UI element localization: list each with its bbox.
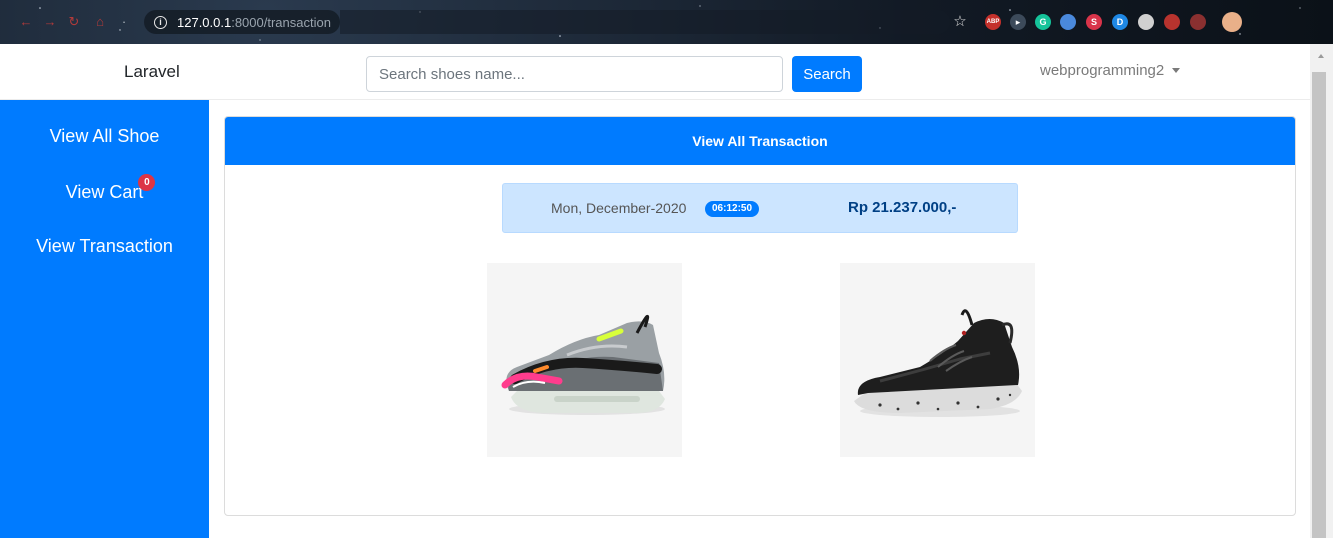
puzzle-icon[interactable]	[1164, 14, 1180, 30]
product-image-1[interactable]	[487, 263, 682, 457]
black-sneaker-icon	[840, 263, 1035, 457]
s-extension-icon[interactable]: S	[1086, 14, 1102, 30]
transaction-time-badge: 06:12:50	[705, 201, 760, 217]
separator-dot-icon: ·	[121, 14, 127, 29]
sidebar-item-view-transaction[interactable]: View Transaction	[0, 236, 209, 257]
sidebar-item-view-cart[interactable]: View Cart 0	[0, 174, 209, 203]
search-button[interactable]: Search	[792, 56, 862, 92]
sidebar-item-view-all-shoe[interactable]: View All Shoe	[0, 126, 209, 147]
profile-avatar-icon[interactable]	[1222, 12, 1242, 32]
grammarly-icon[interactable]: G	[1035, 14, 1051, 30]
scroll-thumb[interactable]	[1312, 72, 1326, 538]
card-header: View All Transaction	[225, 117, 1295, 165]
user-name: webprogramming2	[1040, 62, 1165, 79]
url-host: 127.0.0.1	[177, 14, 232, 30]
adblock-icon[interactable]: ABP	[985, 14, 1001, 30]
transaction-card: View All Transaction Mon, December-2020 …	[224, 116, 1296, 516]
transaction-total: Rp 21.237.000,-	[848, 199, 957, 216]
cart-label-wrap: View Cart 0	[65, 174, 156, 203]
globe-icon[interactable]	[1138, 14, 1154, 30]
caret-down-icon	[1172, 68, 1181, 73]
pin-icon[interactable]	[1190, 14, 1206, 30]
sidebar-item-label: View Cart	[65, 182, 144, 202]
star-icon[interactable]: ☆	[952, 14, 968, 30]
browser-toolbar: ← → ↻ ⌂ · i 127.0.0.1:8000/transaction ☆…	[0, 0, 1333, 44]
cart-count-badge: 0	[138, 174, 156, 191]
forward-icon[interactable]: →	[42, 14, 58, 30]
reload-icon[interactable]: ↻	[66, 14, 82, 30]
sidebar: View All Shoe View Cart 0 View Transacti…	[0, 100, 209, 538]
d-extension-icon[interactable]: D	[1112, 14, 1128, 30]
address-bar[interactable]: i 127.0.0.1:8000/transaction	[144, 10, 340, 34]
translate-icon[interactable]	[1060, 14, 1076, 30]
scroll-up-icon[interactable]	[1318, 54, 1324, 58]
url-path: :8000/transaction	[231, 14, 331, 30]
top-navbar: Laravel Search webprogramming2	[0, 44, 1310, 100]
info-icon[interactable]: i	[154, 15, 167, 29]
product-image-2[interactable]	[840, 263, 1035, 457]
user-dropdown[interactable]: webprogramming2	[1040, 62, 1181, 79]
search-input[interactable]	[366, 56, 783, 92]
cursor-extension-icon[interactable]: ▸	[1010, 14, 1026, 30]
home-icon[interactable]: ⌂	[92, 14, 108, 30]
pink-grey-sneaker-icon	[487, 263, 682, 457]
transaction-date: Mon, December-2020	[551, 200, 687, 216]
back-icon[interactable]: ←	[18, 14, 34, 30]
page-scrollbar[interactable]	[1310, 44, 1333, 538]
address-bar-extension[interactable]	[340, 10, 950, 34]
transaction-summary[interactable]: Mon, December-2020 06:12:50 Rp 21.237.00…	[502, 183, 1018, 233]
brand-link[interactable]: Laravel	[124, 62, 180, 82]
